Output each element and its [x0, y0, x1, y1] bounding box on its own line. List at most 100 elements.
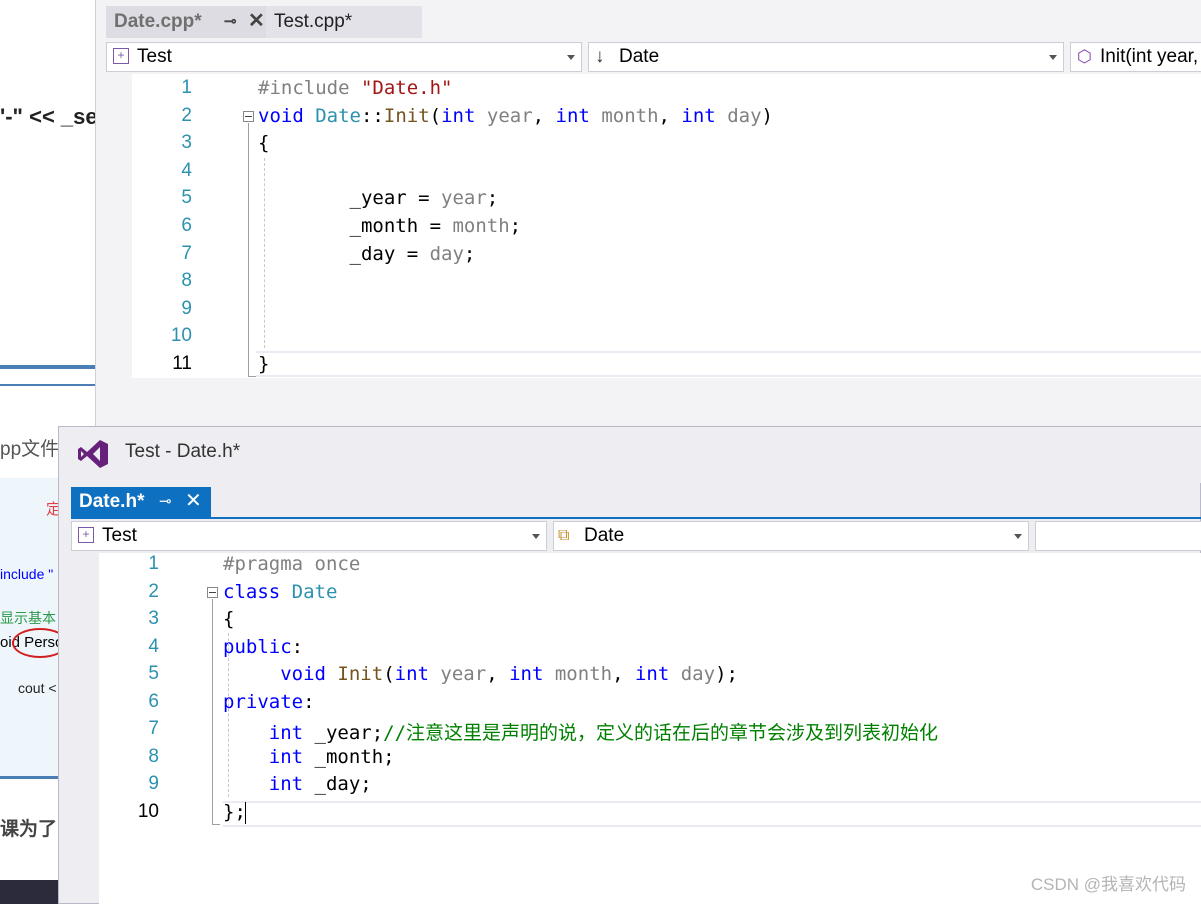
cpp-project-icon: + — [113, 48, 129, 64]
tab-label: Date.cpp* — [114, 11, 202, 32]
line-number: 7 — [148, 718, 159, 739]
code-token: int — [268, 722, 304, 744]
code-token: Date — [315, 104, 361, 127]
code-token: class — [223, 580, 281, 603]
code-token: month — [554, 663, 613, 685]
collapse-icon[interactable] — [207, 587, 218, 598]
visual-studio-icon — [78, 440, 108, 468]
code-token: #pragma once — [223, 553, 361, 575]
bg-text-fragment: 课为了 — [0, 819, 58, 840]
code-token: year — [440, 663, 487, 685]
scope-label: Date — [619, 46, 660, 67]
fold-line-end — [248, 376, 256, 377]
scope-dropdown[interactable]: ↓ Date — [588, 42, 1064, 72]
line-number: 5 — [181, 187, 192, 209]
code-token: int — [394, 663, 429, 685]
collapse-icon[interactable] — [243, 111, 254, 122]
line-number: 8 — [181, 270, 192, 292]
member-dropdown[interactable]: ⬡ Init(int year, — [1070, 42, 1201, 72]
code-line: _month = month; — [258, 215, 522, 237]
bg-divider — [0, 384, 95, 386]
code-line: class Date — [223, 581, 337, 603]
line-number: 10 — [170, 325, 192, 347]
text-cursor — [245, 802, 246, 824]
code-line: }; — [223, 801, 246, 823]
window-title: Test - Date.h* — [125, 441, 241, 462]
cpp-project-icon: + — [78, 527, 94, 543]
pin-icon[interactable]: ⊸ — [159, 487, 172, 517]
member-dropdown[interactable] — [1035, 521, 1201, 551]
code-token: , — [532, 104, 556, 127]
close-icon[interactable]: ✕ — [248, 5, 265, 37]
code-token: ); — [715, 663, 738, 685]
tab-date-h[interactable]: Date.h* ⊸ ✕ — [71, 487, 211, 517]
bg-cout-fragment: cout < — [18, 680, 57, 696]
code-token: ( — [383, 663, 395, 685]
line-number: 6 — [148, 690, 159, 712]
code-token: int — [268, 745, 304, 768]
code-token: ; — [486, 187, 499, 210]
code-token: { — [258, 132, 270, 155]
code-token: #include — [258, 77, 361, 99]
indent-guide — [264, 158, 266, 348]
tab-strip-underline — [71, 517, 1201, 519]
line-number: 9 — [181, 297, 192, 319]
code-editor[interactable]: 1 2 3 4 5 6 7 8 9 10 11 #include "Date.h" void Date… — [132, 74, 1201, 378]
scope-label: Date — [584, 525, 625, 546]
tab-date-cpp[interactable]: Date.cpp* ⊸ ✕ — [106, 6, 266, 38]
method-cube-icon: ⬡ — [1077, 47, 1092, 66]
bg-code-fragment: '-" << _se — [0, 104, 95, 129]
line-number: 6 — [181, 215, 192, 236]
code-token: _day = — [258, 242, 430, 265]
code-line: int _month; — [223, 746, 395, 768]
code-line: void Init(int year, int month, int day); — [223, 663, 738, 685]
bg-comment-fragment: 显示基本 — [0, 610, 56, 626]
code-token: , — [486, 663, 510, 685]
line-number: 5 — [148, 663, 159, 684]
class-icon: ⧉ — [558, 527, 570, 544]
pin-icon[interactable]: ⊸ — [224, 6, 237, 38]
code-editor[interactable]: 1 2 3 4 5 6 7 8 9 10 #pragma once class Date {publi… — [99, 553, 1201, 905]
code-line: public: — [223, 636, 303, 658]
chevron-down-icon — [567, 55, 575, 60]
bg-heading-fragment: pp文件 — [0, 439, 60, 460]
project-dropdown[interactable]: + Test — [106, 42, 582, 72]
line-number: 2 — [148, 580, 159, 602]
code-line: void Date::Init(int year, int month, int… — [258, 105, 773, 127]
line-number: 4 — [148, 635, 159, 657]
line-number: 2 — [181, 104, 192, 126]
member-label: Init(int year, — [1100, 46, 1199, 67]
code-token: year — [441, 187, 487, 210]
code-token: day — [429, 242, 464, 265]
title-bar[interactable]: Test - Date.h* — [59, 427, 1201, 483]
code-token: , — [658, 104, 682, 127]
code-token: Init — [383, 104, 430, 127]
tab-label: Date.h* — [79, 491, 145, 512]
project-label: Test — [137, 46, 172, 67]
close-icon[interactable]: ✕ — [185, 486, 202, 516]
code-token: _year = — [258, 187, 442, 210]
code-token: private — [223, 690, 304, 713]
code-token: //注意这里是声明的说，定义的话在后的章节会涉及到列表初始化 — [383, 722, 939, 744]
code-line: } — [258, 353, 269, 375]
project-dropdown[interactable]: + Test — [71, 521, 547, 551]
scope-dropdown[interactable]: ⧉ Date — [553, 521, 1029, 551]
code-line: _year = year; — [258, 187, 499, 210]
fold-line-end — [212, 824, 220, 825]
code-line: private: — [223, 691, 315, 713]
project-label: Test — [102, 525, 137, 546]
code-token: int — [555, 104, 590, 127]
tab-test-cpp[interactable]: Test.cpp* — [266, 6, 422, 38]
code-token: _year; — [303, 722, 384, 744]
code-token: ( — [429, 104, 442, 127]
code-token: void — [280, 663, 326, 685]
code-token: "Date.h" — [360, 77, 453, 99]
code-token: int — [268, 773, 304, 795]
code-token: }; — [223, 800, 246, 823]
code-token: year — [486, 104, 533, 127]
code-token: day — [727, 104, 762, 127]
code-line: int _year;//注意这里是声明的说，定义的话在后的章节会涉及到列表初始化 — [223, 718, 938, 745]
code-line: #pragma once — [223, 553, 360, 575]
